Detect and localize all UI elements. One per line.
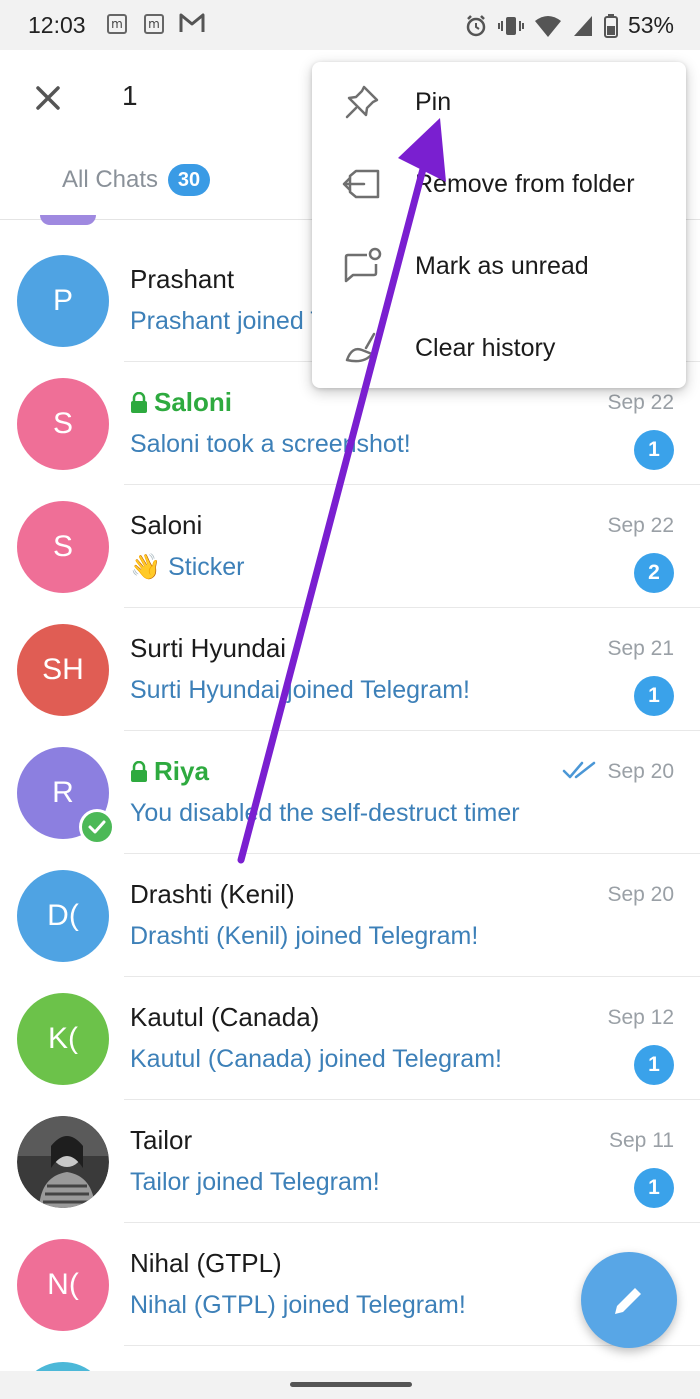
chat-name: Prashant: [130, 264, 234, 295]
unread-badge: 1: [634, 676, 674, 716]
chat-name-text: Prashant: [130, 264, 235, 294]
avatar: K(: [17, 993, 109, 1085]
menu-item-remove-from-folder[interactable]: Remove from folder: [312, 144, 686, 226]
double-check-icon: [562, 761, 596, 779]
divider: [124, 1222, 700, 1223]
divider: [124, 607, 700, 608]
navigation-bar: [0, 1371, 700, 1399]
notification-app-icon: m: [107, 14, 127, 34]
chat-last-message: Surti Hyundai joined Telegram!: [130, 676, 471, 704]
chat-row[interactable]: SH Surti Hyundai Surti Hyundai joined Te…: [0, 609, 700, 731]
notification-app-icon: m: [144, 14, 164, 34]
pin-icon: [345, 85, 379, 119]
chat-name-text: Tailor: [130, 1125, 193, 1155]
battery-icon: [603, 13, 618, 38]
chat-name: Surti Hyundai: [130, 633, 286, 664]
menu-item-clear-history[interactable]: Clear history: [312, 308, 686, 390]
close-icon[interactable]: [30, 80, 66, 116]
mark-unread-icon: [344, 247, 382, 283]
chat-name: Riya: [130, 756, 209, 787]
chat-row[interactable]: Tailor Tailor joined Telegram! Sep 11 1: [0, 1101, 700, 1223]
menu-item-mark-as-unread[interactable]: Mark as unread: [312, 226, 686, 308]
chat-name: Tailor: [130, 1125, 192, 1156]
check-icon: [88, 820, 106, 834]
chat-last-message: Kautul (Canada) joined Telegram!: [130, 1045, 502, 1073]
status-right: 53%: [464, 12, 674, 39]
chat-name-text: Drashti (Kenil): [130, 879, 295, 909]
chat-name-text: Kautul (Canada): [130, 1002, 320, 1032]
avatar: P: [17, 255, 109, 347]
chat-date: Sep 22: [607, 391, 674, 414]
wifi-icon: [534, 15, 561, 37]
chat-name: Drashti (Kenil): [130, 879, 295, 910]
chat-date: Sep 22: [607, 514, 674, 537]
chat-name-text: Saloni: [154, 387, 233, 417]
folder-remove-icon: [342, 169, 380, 199]
chat-last-message: Saloni took a screenshot!: [130, 430, 411, 458]
tab-all-chats[interactable]: All Chats 30: [62, 164, 211, 196]
pencil-icon: [615, 1288, 641, 1314]
divider: [124, 853, 700, 854]
avatar: S: [17, 501, 109, 593]
menu-item-label: Remove from folder: [415, 170, 635, 198]
chat-name: Saloni: [130, 510, 202, 541]
menu-item-label: Mark as unread: [415, 252, 589, 280]
divider: [124, 976, 700, 977]
chat-name-text: Surti Hyundai: [130, 633, 287, 663]
context-menu: Pin Remove from folder Mark as unread Cl…: [312, 62, 686, 388]
chat-last-message: Drashti (Kenil) joined Telegram!: [130, 922, 479, 950]
chat-last-message: Tailor joined Telegram!: [130, 1168, 380, 1196]
gmail-icon: [179, 13, 205, 32]
clear-history-icon: [345, 332, 376, 363]
chat-last-message: 👋 Sticker: [130, 553, 245, 581]
tab-label: All Chats: [62, 166, 159, 193]
chat-last-message: You disabled the self-destruct timer: [130, 799, 520, 827]
divider: [124, 1099, 700, 1100]
menu-item-label: Clear history: [415, 334, 556, 362]
unread-badge: 1: [634, 1045, 674, 1085]
divider: [124, 484, 700, 485]
unread-badge: 2: [634, 553, 674, 593]
menu-item-label: Pin: [415, 88, 452, 116]
partial-avatar: [40, 215, 96, 225]
lock-icon: [131, 391, 147, 413]
chat-name: Saloni: [130, 387, 232, 418]
chat-name-text: Nihal (GTPL): [130, 1248, 282, 1278]
avatar: D(: [17, 870, 109, 962]
chat-date: Sep 20: [607, 760, 674, 783]
chat-date: Sep 11: [609, 1129, 674, 1152]
vibrate-icon: [497, 16, 524, 35]
check-badge: [79, 809, 115, 845]
home-gesture-handle[interactable]: [290, 1382, 412, 1387]
chat-last-message: Nihal (GTPL) joined Telegram!: [130, 1291, 466, 1319]
unread-badge: 1: [634, 430, 674, 470]
chat-date: Sep 21: [607, 637, 674, 660]
status-time: 12:03: [28, 12, 86, 38]
battery-percent: 53%: [627, 12, 674, 38]
unread-badge: 1: [634, 1168, 674, 1208]
chat-name: Kautul (Canada): [130, 1002, 319, 1033]
menu-item-pin[interactable]: Pin: [312, 62, 686, 144]
chat-name: Nihal (GTPL): [130, 1248, 282, 1279]
tab-unread-badge: 30: [168, 164, 211, 196]
avatar: S: [17, 378, 109, 470]
signal-icon: [573, 15, 592, 36]
avatar: N(: [17, 1239, 109, 1331]
avatar-photo: [17, 1116, 109, 1208]
chat-row[interactable]: D( Drashti (Kenil) Drashti (Kenil) joine…: [0, 855, 700, 977]
chat-name-text: Riya: [154, 756, 209, 786]
lock-icon: [131, 760, 147, 782]
chat-date: Sep 20: [607, 883, 674, 906]
alarm-icon: [466, 14, 486, 36]
compose-button[interactable]: [581, 1252, 677, 1348]
chat-row[interactable]: K( Kautul (Canada) Kautul (Canada) joine…: [0, 978, 700, 1100]
chat-row[interactable]: R Riya You disabled the self-destruct ti…: [0, 732, 700, 854]
status-bar: 12:03 m m 53%: [0, 0, 700, 50]
chat-date: Sep 12: [607, 1006, 674, 1029]
chat-row[interactable]: S Saloni 👋 Sticker Sep 22 2: [0, 486, 700, 608]
chat-name-text: Saloni: [130, 510, 203, 540]
avatar: SH: [17, 624, 109, 716]
divider: [124, 730, 700, 731]
selected-count: 1: [122, 80, 138, 111]
